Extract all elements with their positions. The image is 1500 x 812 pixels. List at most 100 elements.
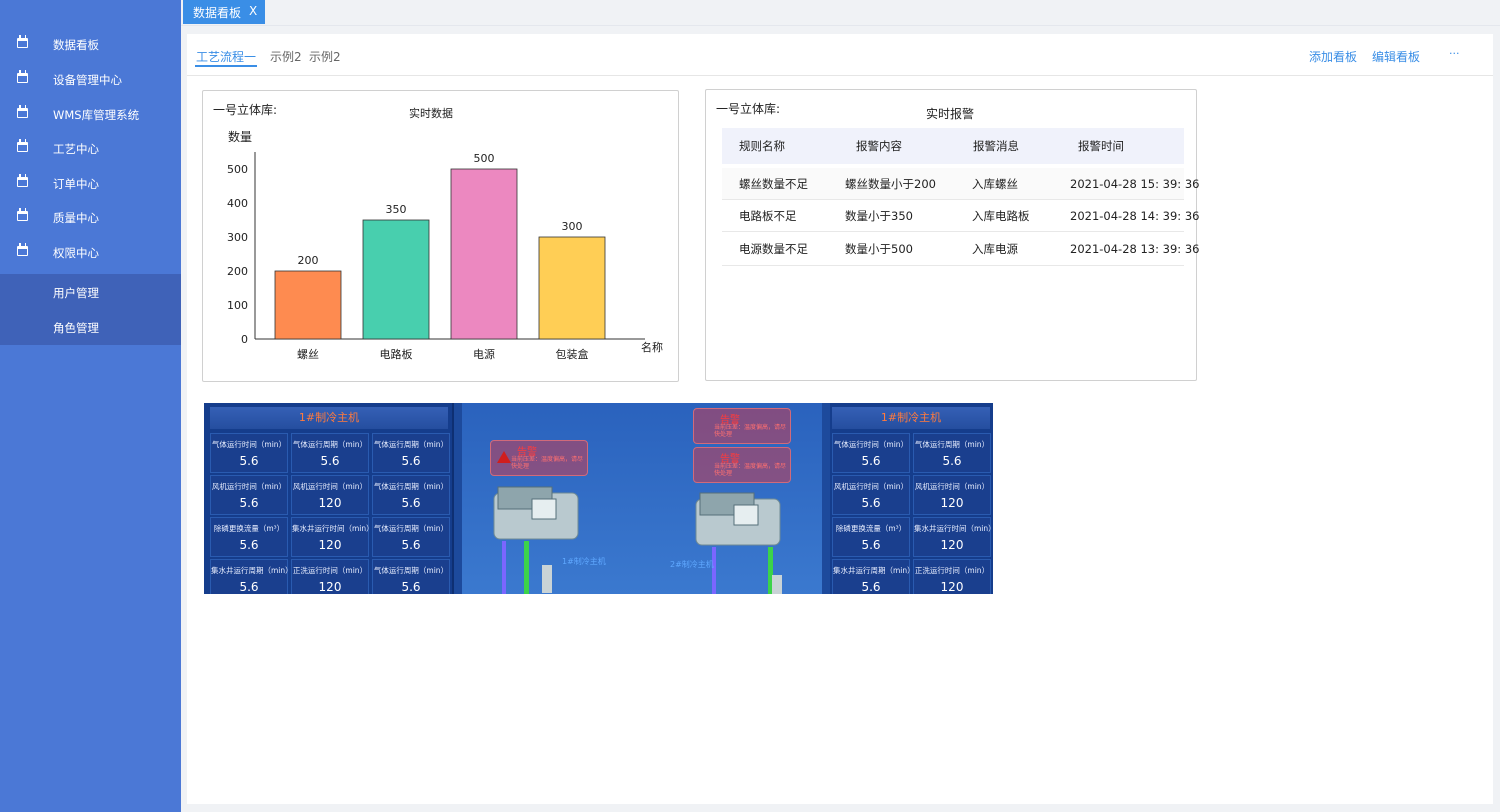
parameter-label: 正洗运行时间（min） [914, 566, 990, 575]
table-cell: 螺丝数量小于200 [845, 176, 936, 191]
table-cell: 入库电路板 [972, 208, 1030, 223]
calendar-icon [17, 70, 28, 83]
sidebar-item-wms[interactable]: WMS库管理系统 [0, 97, 181, 131]
parameter-value: 5.6 [239, 454, 259, 468]
tab-process-flow-1[interactable]: 工艺流程一 [196, 48, 256, 65]
table-cell: 入库螺丝 [972, 176, 1018, 191]
parameter-cell: 气体运行周期（min） 5.6 [372, 475, 450, 515]
submenu-item-users[interactable]: 用户管理 [53, 285, 99, 301]
parameter-cell: 风机运行时间（min） 5.6 [210, 475, 288, 515]
parameter-cell: 集水井运行时间（min） 120 [913, 517, 993, 557]
card-title: 一号立体库: [716, 102, 781, 116]
bar [362, 219, 430, 340]
realtime-alarm-card: 一号立体库: 实时报警 规则名称 报警内容 报警消息 报警时间 螺丝数量不足 螺… [705, 89, 1199, 381]
parameter-value: 120 [940, 580, 964, 594]
parameter-label: 除磷更换流量（m³） [213, 524, 285, 533]
y-tick-label: 300 [227, 231, 248, 244]
parameter-cell: 气体运行周期（min） 5.6 [372, 433, 450, 473]
calendar-icon [17, 35, 28, 48]
parameter-label: 气体运行时间（min） [833, 440, 909, 449]
table-cell: 数量小于500 [845, 241, 913, 256]
column-header: 报警消息 [973, 139, 1019, 153]
parameter-label: 集水井运行周期（min） [211, 566, 293, 575]
table-cell: 电路板不足 [739, 208, 797, 223]
parameter-cell: 集水井运行周期（min） 5.6 [210, 559, 293, 594]
bar [538, 236, 606, 340]
parameter-cell: 气体运行周期（min） 5.6 [291, 433, 369, 473]
sidebar-item-label: 工艺中心 [53, 142, 99, 156]
parameter-label: 集水井运行时间（min） [292, 524, 374, 533]
parameter-label: 气体运行周期（min） [373, 566, 449, 575]
chiller-diagram: 告警 当前压差：温度偏高，请尽快处理 告警 当前压差：温度偏高，请尽快处理 告警… [462, 403, 822, 594]
top-tab-bar: 数据看板 X [181, 0, 1500, 26]
parameter-value: 120 [318, 580, 342, 594]
x-tick-label: 包装盒 [556, 347, 589, 361]
calendar-icon [17, 243, 28, 256]
parameter-label: 风机运行时间（min） [833, 482, 909, 491]
y-tick-label: 200 [227, 265, 248, 278]
x-axis-label: 名称 [641, 340, 663, 354]
parameter-label: 气体运行周期（min） [373, 524, 449, 533]
parameter-cell: 气体运行周期（min） 5.6 [372, 559, 450, 594]
chiller-scada-graphic: 1#制冷主机 气体运行时间（min） 5.6 气体运行周期（min） 5.6 气体运行周… [204, 403, 993, 594]
bar-value-label: 300 [562, 220, 583, 233]
parameter-cell: 除磷更换流量（m³） 5.6 [832, 517, 910, 557]
parameter-cell: 气体运行时间（min） 5.6 [832, 433, 910, 473]
calendar-icon [17, 105, 28, 118]
sidebar-item-device-management[interactable]: 设备管理中心 [0, 62, 181, 96]
parameter-cell: 正洗运行时间（min） 120 [913, 559, 991, 594]
sidebar-item-label: 权限中心 [53, 246, 99, 260]
submenu-item-roles[interactable]: 角色管理 [53, 320, 99, 336]
bar-chart: 实时数据 数量 名称 0 100 200 300 400 500 200 螺丝 350 电路板 5… [227, 106, 663, 361]
parameter-label: 集水井运行时间（min） [914, 524, 993, 533]
card-heading: 实时报警 [926, 107, 975, 121]
chiller-1-label: 1#制冷主机 [562, 557, 606, 566]
add-board-button[interactable]: 添加看板 [1309, 48, 1357, 65]
parameter-cell: 气体运行周期（min） 5.6 [372, 517, 450, 557]
table-row: 电源数量不足 数量小于500 入库电源 2021-04-28 13: 39: 3… [722, 232, 1199, 266]
parameter-cell: 气体运行周期（min） 5.6 [913, 433, 991, 473]
parameter-cell: 正洗运行时间（min） 120 [291, 559, 369, 594]
sidebar-item-orders[interactable]: 订单中心 [0, 166, 181, 200]
parameter-value: 5.6 [942, 454, 962, 468]
sidebar-item-label: 质量中心 [53, 211, 99, 225]
parameter-label: 风机运行时间（min） [292, 482, 368, 491]
sidebar-item-dashboard[interactable]: 数据看板 [0, 27, 181, 61]
calendar-icon [17, 174, 28, 187]
sidebar-item-label: 数据看板 [53, 38, 99, 52]
parameter-value: 120 [318, 496, 342, 510]
y-tick-label: 100 [227, 299, 248, 312]
alarm-table: 规则名称 报警内容 报警消息 报警时间 螺丝数量不足 螺丝数量小于200 入库螺… [722, 128, 1199, 266]
parameter-value: 5.6 [401, 538, 421, 552]
x-tick-label: 螺丝 [297, 348, 319, 361]
parameter-value: 5.6 [239, 538, 259, 552]
sidebar-item-quality[interactable]: 质量中心 [0, 200, 181, 234]
parameter-value: 120 [940, 538, 964, 552]
sidebar-item-permissions[interactable]: 权限中心 [0, 235, 181, 269]
active-tab-indicator [195, 65, 257, 67]
y-tick-label: 0 [241, 333, 248, 346]
parameter-label: 正洗运行时间（min） [292, 566, 368, 575]
parameter-value: 120 [940, 496, 964, 510]
x-tick-label: 电源 [473, 347, 495, 361]
parameter-label: 风机运行时间（min） [211, 482, 287, 491]
parameter-label: 除磷更换流量（m³） [835, 524, 907, 533]
table-cell: 数量小于350 [845, 208, 913, 223]
tab-example-2[interactable]: 示例2 [270, 48, 302, 65]
table-header: 规则名称 报警内容 报警消息 报警时间 [722, 128, 1184, 164]
chiller-1-unit [493, 486, 579, 594]
parameter-label: 气体运行时间（min） [211, 440, 287, 449]
more-icon[interactable]: ··· [1449, 47, 1460, 60]
edit-board-button[interactable]: 编辑看板 [1372, 48, 1420, 65]
sidebar-item-label: 订单中心 [53, 177, 99, 191]
tab-example-2b[interactable]: 示例2 [309, 48, 341, 65]
parameter-value: 5.6 [239, 580, 259, 594]
tab-label: 数据看板 [193, 5, 242, 20]
tab-dashboard[interactable]: 数据看板 X [183, 0, 265, 24]
sidebar-item-process[interactable]: 工艺中心 [0, 131, 181, 165]
left-parameter-panel: 1#制冷主机 气体运行时间（min） 5.6 气体运行周期（min） 5.6 气体运行周… [204, 403, 454, 594]
parameter-value: 5.6 [861, 538, 881, 552]
close-icon[interactable]: X [249, 4, 257, 18]
table-row: 螺丝数量不足 螺丝数量小于200 入库螺丝 2021-04-28 15: 39:… [722, 168, 1199, 200]
parameter-cell: 风机运行时间（min） 5.6 [832, 475, 910, 515]
